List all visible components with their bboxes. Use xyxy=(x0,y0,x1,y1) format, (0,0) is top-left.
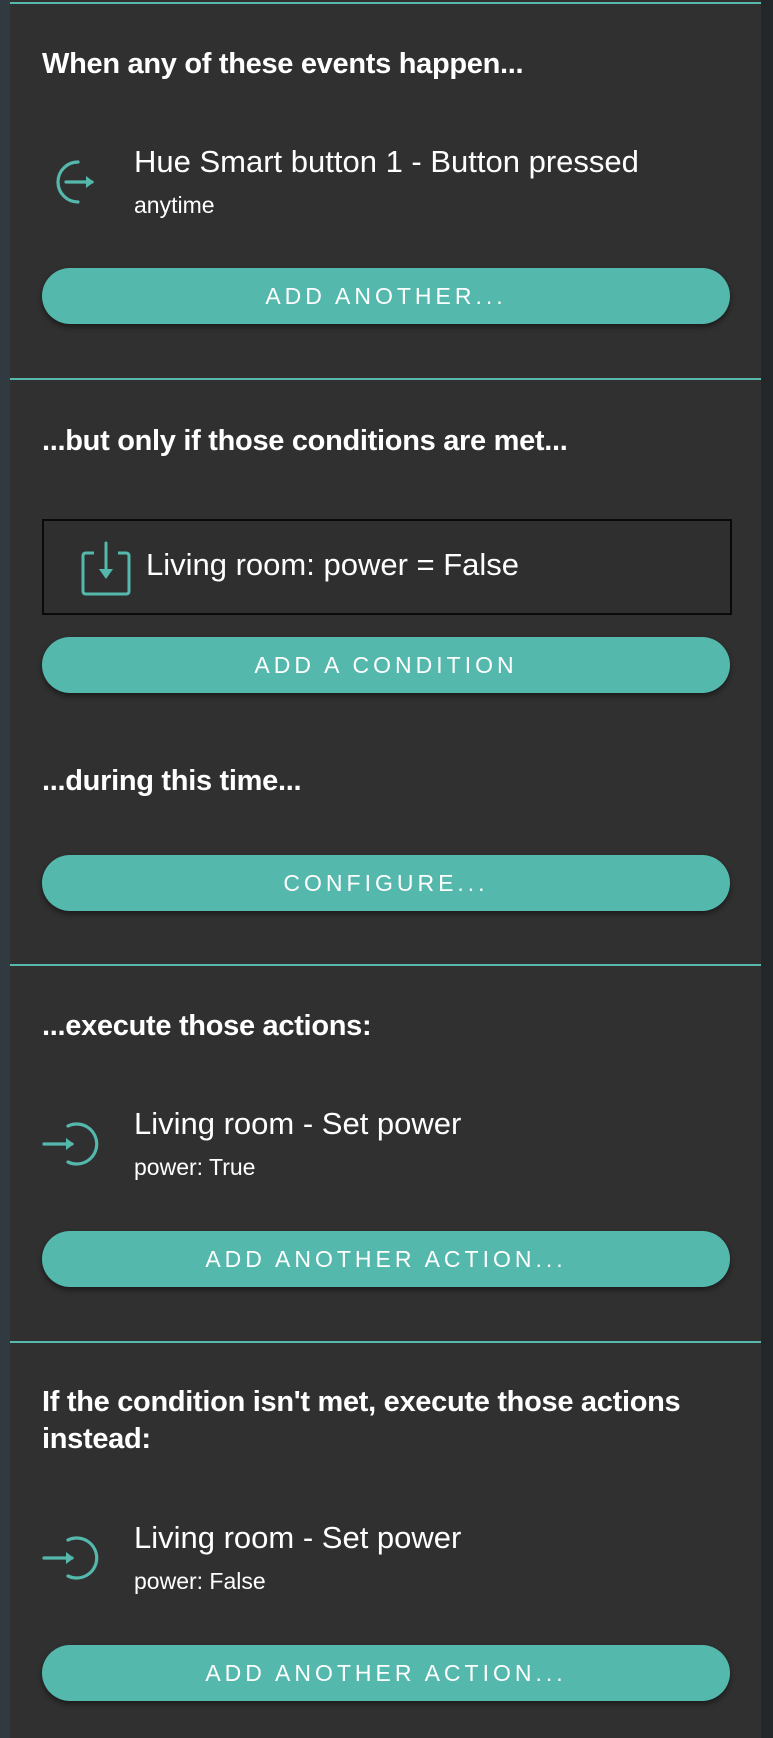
else-action-item[interactable]: Living room - Set power power: False xyxy=(42,1518,732,1602)
action-enter-icon xyxy=(42,1528,102,1588)
add-another-action-button[interactable]: ADD ANOTHER ACTION... xyxy=(42,1231,730,1287)
configure-time-button[interactable]: CONFIGURE... xyxy=(42,855,730,911)
rule-editor-panel: When any of these events happen... Hue S… xyxy=(10,0,761,1738)
right-scroll-gutter[interactable] xyxy=(761,0,773,1738)
condition-item[interactable]: Living room: power = False xyxy=(42,519,732,615)
add-condition-button[interactable]: ADD A CONDITION xyxy=(42,637,730,693)
left-edge-strip xyxy=(0,0,10,1738)
else-actions-heading: If the condition isn't met, execute thos… xyxy=(42,1386,681,1455)
action-enter-icon xyxy=(42,1114,102,1174)
condition-download-icon xyxy=(80,539,132,597)
conditions-heading: ...but only if those conditions are met.… xyxy=(42,425,568,457)
event-item[interactable]: Hue Smart button 1 - Button pressed anyt… xyxy=(42,142,732,226)
event-exit-icon xyxy=(42,152,102,212)
else-action-title: Living room - Set power xyxy=(134,1520,462,1555)
events-heading: When any of these events happen... xyxy=(42,48,524,80)
section-divider xyxy=(10,1341,761,1343)
action-title: Living room - Set power xyxy=(134,1106,462,1141)
time-heading: ...during this time... xyxy=(42,765,302,797)
condition-label: Living room: power = False xyxy=(146,547,520,582)
section-divider xyxy=(10,378,761,380)
section-divider xyxy=(10,964,761,966)
action-item[interactable]: Living room - Set power power: True xyxy=(42,1104,732,1188)
actions-heading: ...execute those actions: xyxy=(42,1010,372,1042)
section-divider xyxy=(10,2,761,4)
action-subtitle: power: True xyxy=(134,1154,256,1180)
event-title: Hue Smart button 1 - Button pressed xyxy=(134,144,639,179)
add-another-event-button[interactable]: ADD ANOTHER... xyxy=(42,268,730,324)
event-subtitle: anytime xyxy=(134,192,215,218)
add-another-else-action-button[interactable]: ADD ANOTHER ACTION... xyxy=(42,1645,730,1701)
else-action-subtitle: power: False xyxy=(134,1568,266,1594)
